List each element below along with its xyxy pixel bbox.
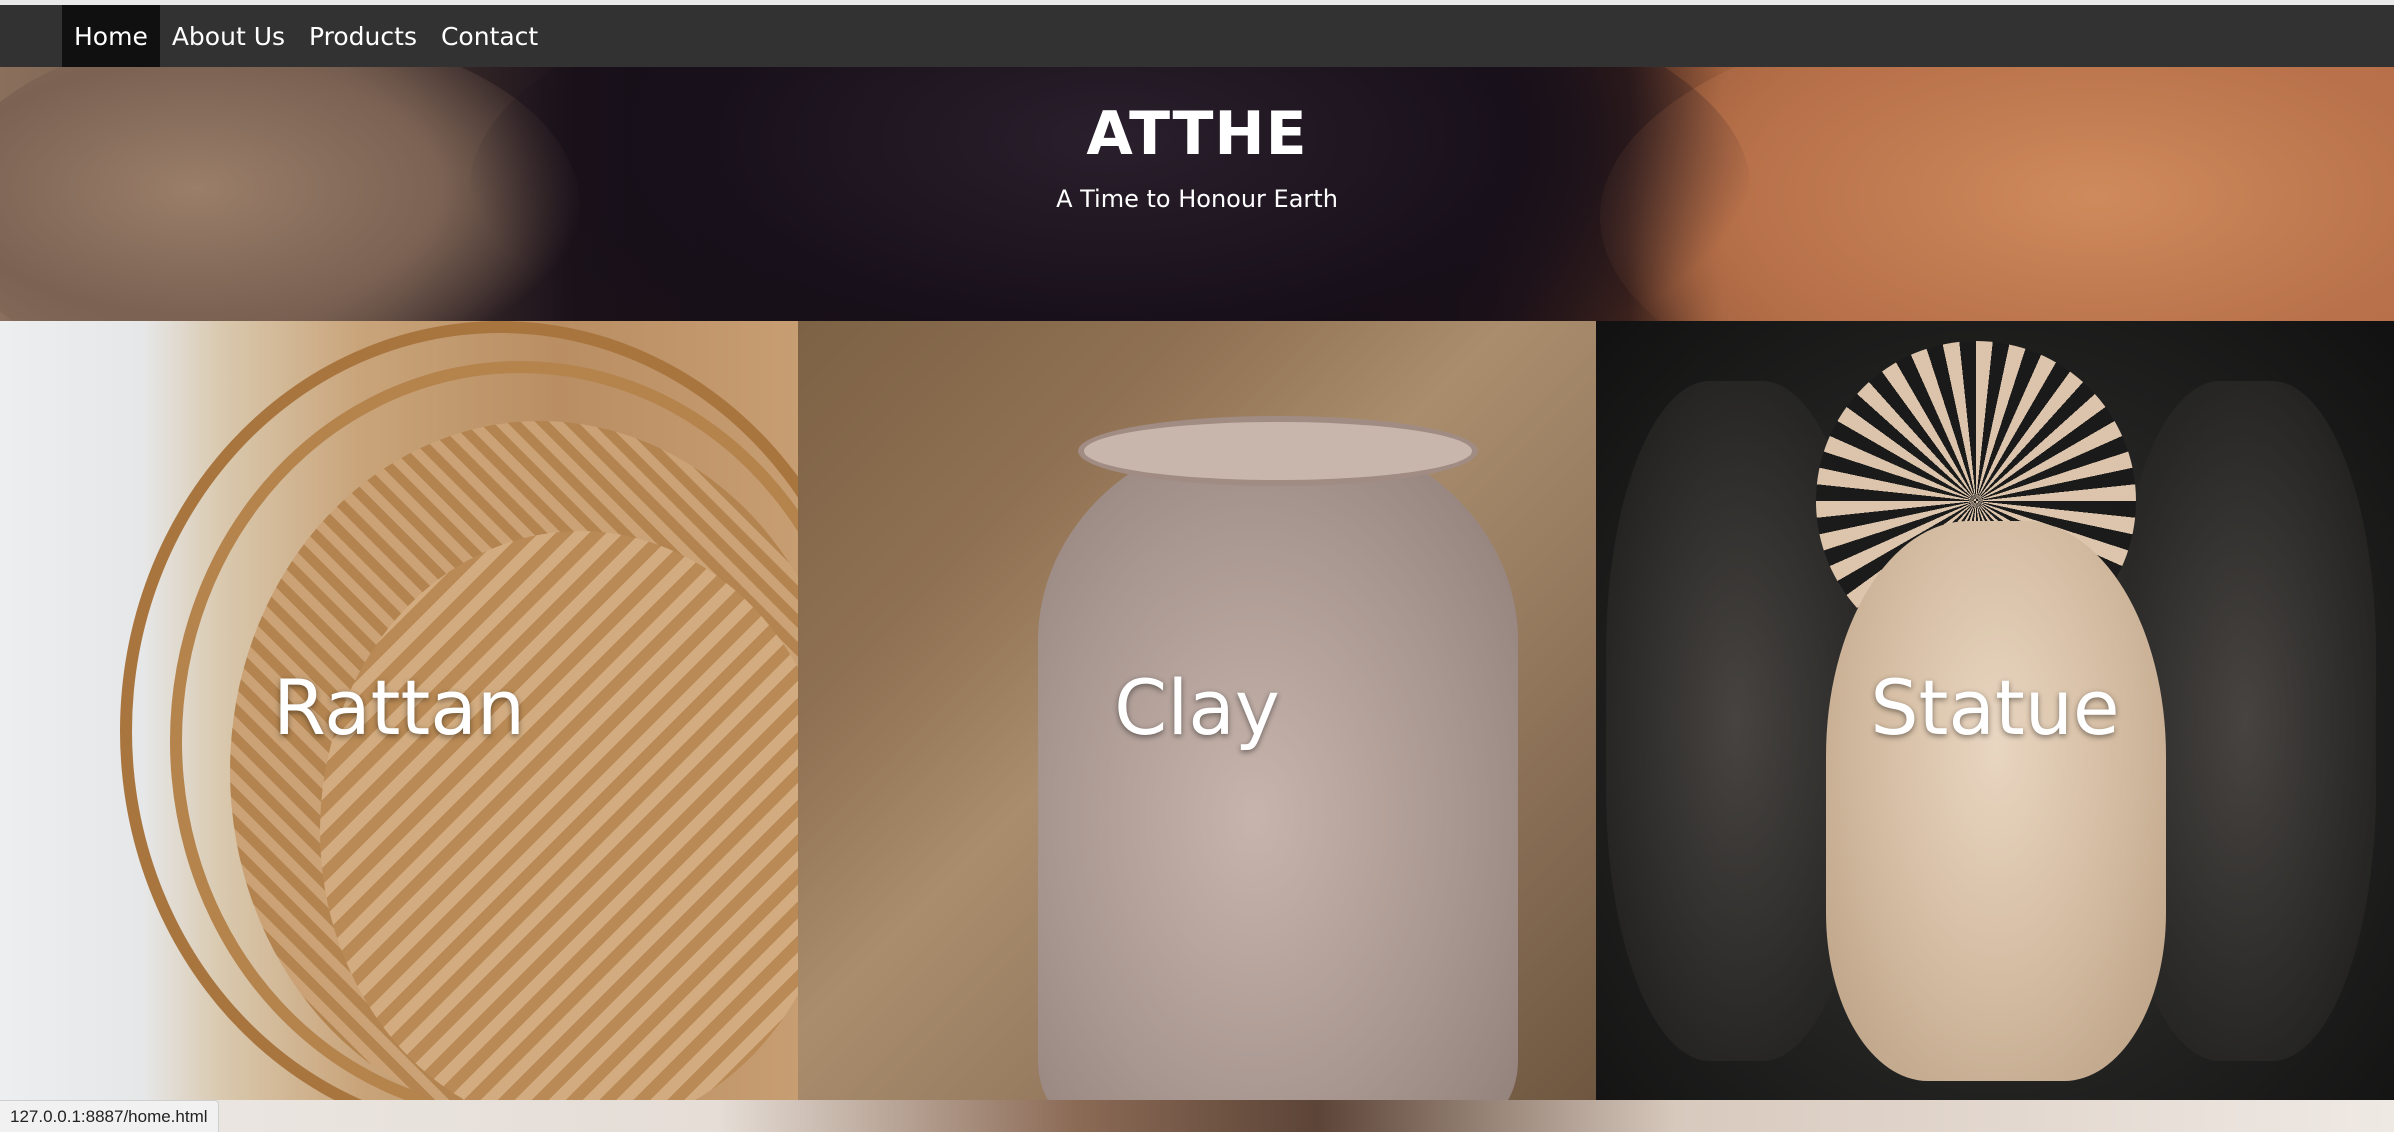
navbar: Home About Us Products Contact xyxy=(0,5,2394,67)
category-label-rattan: Rattan xyxy=(272,663,526,752)
category-label-clay: Clay xyxy=(1114,663,1280,752)
nav-item-home[interactable]: Home xyxy=(62,5,160,67)
category-tile-rattan[interactable]: Rattan xyxy=(0,321,798,1100)
category-tile-clay[interactable]: Clay xyxy=(798,321,1596,1100)
browser-status-bar: 127.0.0.1:8887/home.html xyxy=(0,1100,219,1132)
next-section-preview xyxy=(0,1100,2394,1132)
clay-jar-image xyxy=(1038,431,1518,1100)
category-tile-statue[interactable]: Statue xyxy=(1596,321,2394,1100)
clay-jar-rim xyxy=(1078,416,1478,486)
nav-list: Home About Us Products Contact xyxy=(62,5,550,67)
hero-banner: ATTHE A Time to Honour Earth xyxy=(0,67,2394,321)
site-tagline: A Time to Honour Earth xyxy=(1056,185,1338,213)
category-grid: Rattan Clay Statue xyxy=(0,321,2394,1100)
category-label-statue: Statue xyxy=(1870,663,2120,752)
nav-item-about-us[interactable]: About Us xyxy=(160,5,297,67)
nav-item-contact[interactable]: Contact xyxy=(429,5,550,67)
nav-item-products[interactable]: Products xyxy=(297,5,429,67)
statue-figure-image xyxy=(1826,521,2166,1081)
site-title: ATTHE xyxy=(1086,99,1308,169)
